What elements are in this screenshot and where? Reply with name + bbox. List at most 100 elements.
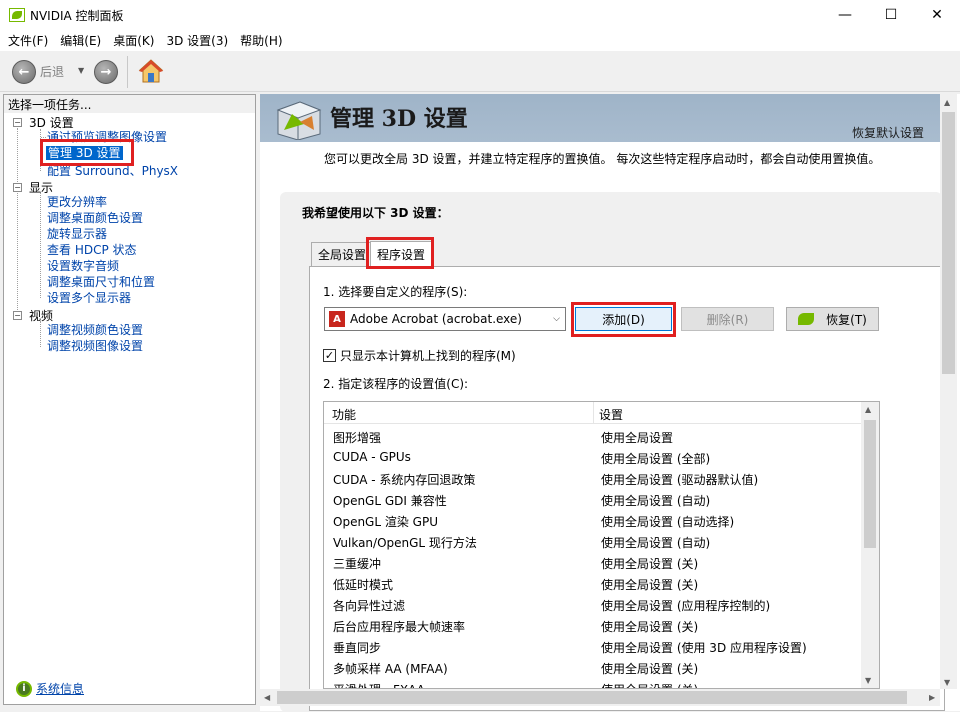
tree-item-video-image[interactable]: 调整视频图像设置 [47,339,143,353]
restore-button[interactable]: 恢复(T) [786,307,879,331]
table-row[interactable]: CUDA - 系统内存回退政策 使用全局设置 (驱动器默认值) [324,468,861,489]
close-button[interactable]: ✕ [914,0,960,30]
column-header-setting[interactable]: 设置 [599,406,623,423]
feature-cell: 各向异性过滤 [333,599,406,613]
section-heading: 我希望使用以下 3D 设置： [302,206,449,220]
feature-cell: CUDA - 系统内存回退政策 [333,473,476,487]
back-arrow-icon[interactable]: ← [12,60,36,84]
table-row[interactable]: OpenGL 渲染 GPU 使用全局设置 (自动选择) [324,510,861,531]
column-divider [593,402,594,424]
tree-item-digital-audio[interactable]: 设置数字音频 [47,259,119,273]
tree-group-3d-settings[interactable]: 3D 设置 [29,116,74,130]
tree-item-configure-surround-physx[interactable]: 配置 Surround、PhysX [47,164,178,178]
info-icon: i [16,680,32,697]
checkbox-icon[interactable]: ✓ [323,349,336,362]
menu-3d-settings[interactable]: 3D 设置(3) [160,32,234,49]
table-row[interactable]: 三重缓冲 使用全局设置 (关) [324,552,861,573]
feature-cell: 低延时模式 [333,578,394,592]
feature-settings-table: 功能 设置 图形增强 使用全局设置 CUDA - GPUs 使用全局设置 (全部) CU… [323,401,880,689]
forward-arrow-icon[interactable]: → [94,60,118,84]
nvidia-logo-icon [798,313,815,325]
scroll-up-icon[interactable]: ▲ [944,98,950,107]
feature-cell: 图形增强 [333,431,382,445]
scroll-down-icon[interactable]: ▼ [865,676,871,685]
remove-button[interactable]: 删除(R) [681,307,774,331]
vertical-scroll-thumb[interactable] [942,112,955,374]
tree-expander-icon[interactable]: − [13,311,22,320]
show-found-programs-checkbox[interactable]: ✓ 只显示本计算机上找到的程序(M) [323,347,516,364]
table-row[interactable]: 后台应用程序最大帧速率 使用全局设置 (关) [324,615,861,636]
tree-group-video[interactable]: 视频 [29,309,53,323]
step2-label: 2. 指定该程序的设置值(C): [323,377,469,391]
step1-label: 1. 选择要自定义的程序(S): [323,285,468,299]
tab-global-settings[interactable]: 全局设置 [311,242,374,266]
setting-cell[interactable]: 使用全局设置 (使用 3D 应用程序设置) [601,639,807,656]
program-dropdown[interactable]: A Adobe Acrobat (acrobat.exe) ⌵ [324,307,566,331]
table-row[interactable]: 低延时模式 使用全局设置 (关) [324,573,861,594]
scroll-up-icon[interactable]: ▲ [865,405,871,414]
page-title: 管理 3D 设置 [330,106,468,132]
table-row[interactable]: 平滑处理 - FXAA 使用全局设置 (关) [324,678,861,688]
table-row[interactable]: CUDA - GPUs 使用全局设置 (全部) [324,447,861,468]
setting-cell[interactable]: 使用全局设置 (关) [601,618,698,635]
setting-cell[interactable]: 使用全局设置 (关) [601,555,698,572]
menu-file[interactable]: 文件(F) [2,32,54,49]
highlight-box [366,237,434,269]
restore-defaults-link[interactable]: 恢复默认设置 [852,124,924,141]
menu-help[interactable]: 帮助(H) [234,32,288,49]
setting-cell[interactable]: 使用全局设置 (关) [601,681,698,688]
table-scroll-thumb[interactable] [864,420,876,548]
setting-cell[interactable]: 使用全局设置 (应用程序控制的) [601,597,770,614]
column-header-feature[interactable]: 功能 [332,406,356,423]
tree-expander-icon[interactable]: − [13,183,22,192]
setting-cell[interactable]: 使用全局设置 (自动) [601,534,710,551]
back-label[interactable]: 后退 [40,63,64,80]
setting-cell[interactable]: 使用全局设置 (自动选择) [601,513,734,530]
main-content: 管理 3D 设置 恢复默认设置 您可以更改全局 3D 设置，并建立特定程序的置换… [260,94,960,712]
tree-item-desktop-size-position[interactable]: 调整桌面尺寸和位置 [47,275,155,289]
setting-cell[interactable]: 使用全局设置 (关) [601,576,698,593]
tree-item-manage-3d-settings[interactable]: 管理 3D 设置 [46,146,123,160]
tree-item-desktop-color[interactable]: 调整桌面颜色设置 [47,211,143,225]
tree-item-rotate-display[interactable]: 旋转显示器 [47,227,107,241]
table-row[interactable]: 各向异性过滤 使用全局设置 (应用程序控制的) [324,594,861,615]
table-row[interactable]: Vulkan/OpenGL 现行方法 使用全局设置 (自动) [324,531,861,552]
maximize-button[interactable]: ☐ [868,0,914,30]
feature-cell: CUDA - GPUs [333,450,411,464]
home-icon[interactable] [138,58,164,87]
highlight-box [571,302,676,337]
window-title: NVIDIA 控制面板 [30,9,124,23]
back-dropdown-icon[interactable]: ▼ [78,66,84,75]
setting-cell[interactable]: 使用全局设置 (自动) [601,492,710,509]
tree-expander-icon[interactable]: − [13,118,22,127]
horizontal-scroll-thumb[interactable] [277,691,907,704]
menu-edit[interactable]: 编辑(E) [54,32,107,49]
tree-item-hdcp-status[interactable]: 查看 HDCP 状态 [47,243,137,257]
3d-cube-icon [270,96,326,143]
table-row[interactable]: 垂直同步 使用全局设置 (使用 3D 应用程序设置) [324,636,861,657]
scroll-left-icon[interactable]: ◀ [264,693,270,702]
setting-cell[interactable]: 使用全局设置 [601,429,673,446]
program-selected-value: Adobe Acrobat (acrobat.exe) [350,312,522,326]
tree-group-display[interactable]: 显示 [29,181,53,195]
setting-cell[interactable]: 使用全局设置 (全部) [601,450,710,467]
feature-cell: 平滑处理 - FXAA [333,681,425,688]
toolbar-divider [127,56,128,88]
minimize-button[interactable]: — [822,0,868,30]
table-row[interactable]: 图形增强 使用全局设置 [324,426,861,447]
tree-item-multiple-displays[interactable]: 设置多个显示器 [47,291,131,305]
scroll-down-icon[interactable]: ▼ [944,678,950,687]
feature-cell: 多帧采样 AA (MFAA) [333,662,448,676]
system-info-link[interactable]: i 系统信息 [16,680,84,697]
setting-cell[interactable]: 使用全局设置 (驱动器默认值) [601,471,758,488]
tree-item-video-color[interactable]: 调整视频颜色设置 [47,323,143,337]
table-header: 功能 设置 [324,402,861,424]
feature-cell: OpenGL 渲染 GPU [333,515,438,529]
setting-cell[interactable]: 使用全局设置 (关) [601,660,698,677]
tree-item-change-resolution[interactable]: 更改分辨率 [47,195,107,209]
table-row[interactable]: OpenGL GDI 兼容性 使用全局设置 (自动) [324,489,861,510]
system-info-label[interactable]: 系统信息 [36,680,84,697]
menu-desktop[interactable]: 桌面(K) [107,32,160,49]
scroll-right-icon[interactable]: ▶ [929,693,935,702]
table-row[interactable]: 多帧采样 AA (MFAA) 使用全局设置 (关) [324,657,861,678]
